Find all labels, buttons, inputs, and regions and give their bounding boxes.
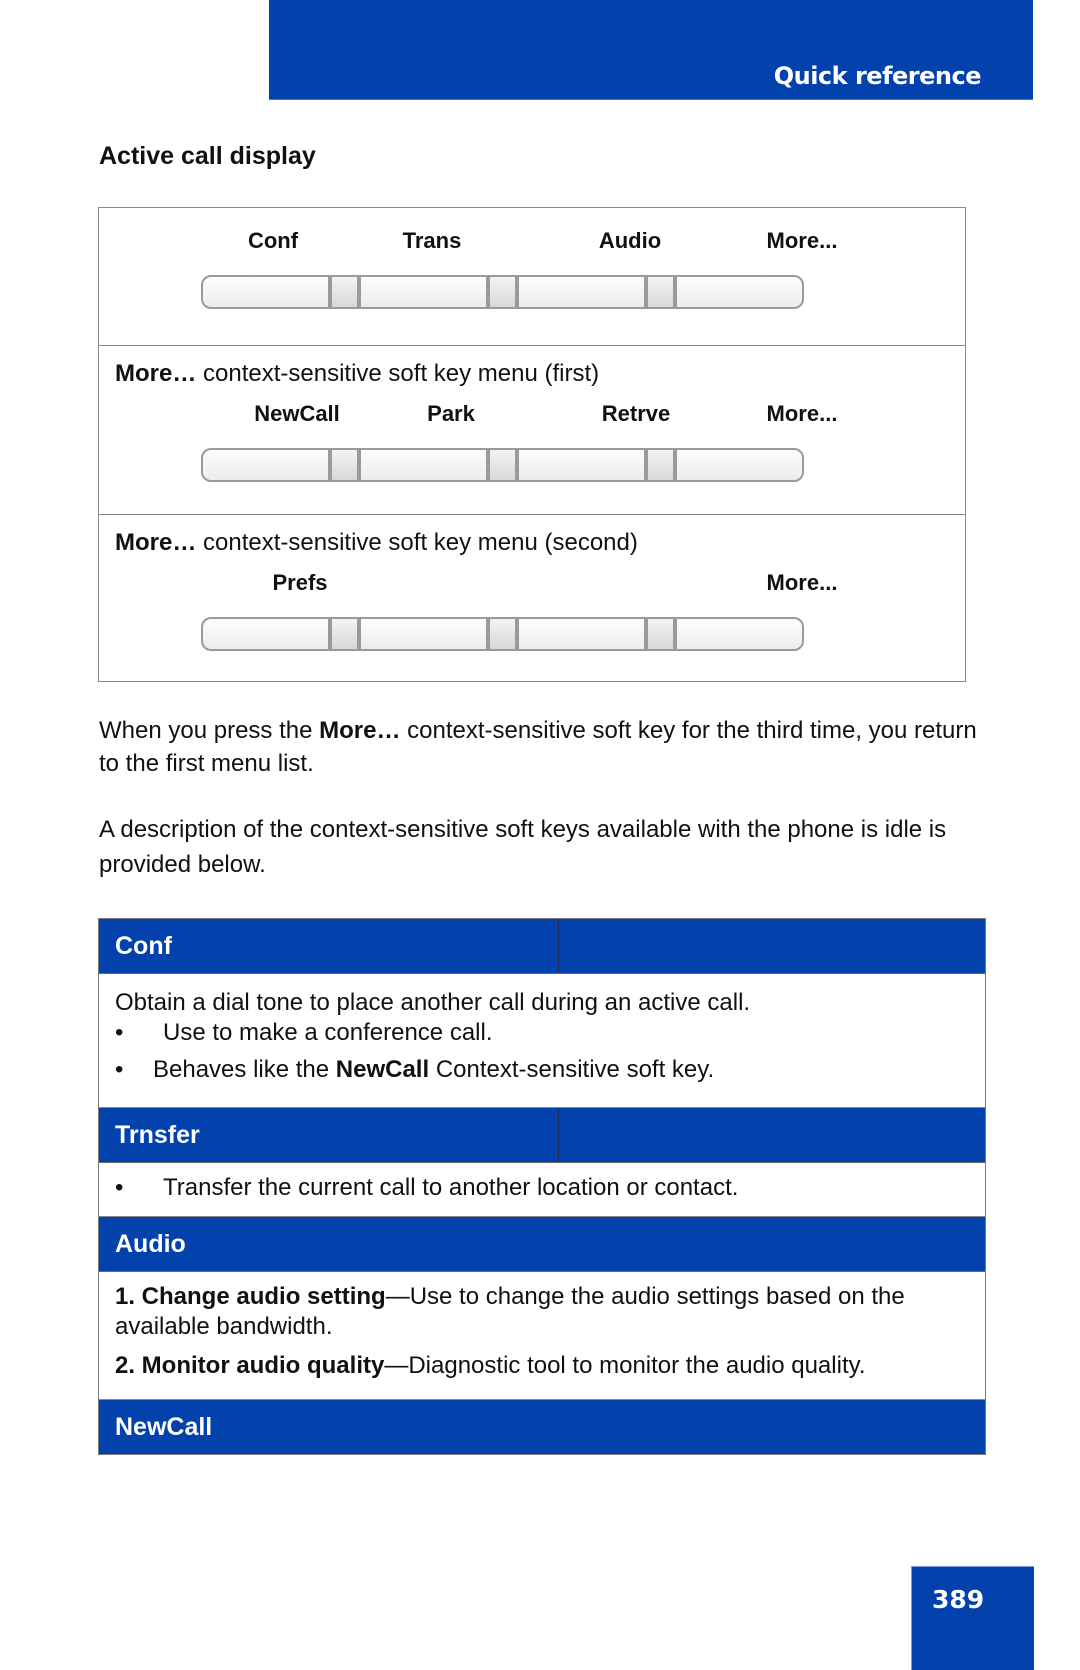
text: Behaves like the — [153, 1056, 336, 1083]
panel-caption: More… context-sensitive soft key menu (f… — [115, 360, 599, 388]
softkey-panel-main: Conf Trans Audio More... — [99, 208, 965, 345]
caption-text: context-sensitive soft key menu (first) — [196, 360, 600, 387]
active-call-display-figure: Conf Trans Audio More... More… context-s… — [98, 207, 966, 682]
softkey-divider — [646, 448, 675, 482]
softkey-1[interactable] — [201, 275, 330, 309]
softkey-label-retrve: Retrve — [601, 401, 671, 426]
column-divider — [558, 919, 559, 973]
list-item: • Behaves like the NewCall Context-sensit… — [115, 1055, 969, 1085]
list-item: • Transfer the current call to another lo… — [115, 1173, 969, 1203]
softkey-divider — [330, 448, 359, 482]
softkey-1[interactable] — [201, 617, 330, 651]
softkey-3[interactable] — [517, 275, 646, 309]
header-text: Trnsfer — [115, 1121, 200, 1149]
softkey-2[interactable] — [359, 275, 488, 309]
softkey-labels: Prefs More... — [99, 570, 965, 600]
header-text: Conf — [115, 932, 172, 960]
caption-bold: More… — [115, 360, 197, 387]
softkey-4[interactable] — [675, 617, 804, 651]
softkey-labels: Conf Trans Audio More... — [99, 228, 965, 258]
header-text: Audio — [115, 1230, 186, 1258]
softkey-2[interactable] — [359, 448, 488, 482]
list-item: 2. Monitor audio quality—Diagnostic tool… — [115, 1351, 969, 1381]
softkey-label-more: More... — [766, 570, 838, 595]
softkey-label-newcall: NewCall — [254, 401, 340, 426]
softkey-bar — [201, 617, 813, 653]
bold-text: More… — [319, 717, 401, 744]
softkey-label-audio: Audio — [598, 228, 662, 253]
bold-text: 2. Monitor audio quality — [115, 1352, 385, 1379]
conf-description: Obtain a dial tone to place another call… — [115, 989, 751, 1016]
softkey-1[interactable] — [201, 448, 330, 482]
panel-caption: More… context-sensitive soft key menu (s… — [115, 529, 638, 557]
table-row-conf: Obtain a dial tone to place another call… — [99, 974, 985, 1108]
page-number: 389 — [932, 1585, 985, 1614]
softkey-divider — [646, 617, 675, 651]
table-header-trnsfer: Trnsfer — [99, 1108, 985, 1163]
list-item: • Use to make a conference call. — [115, 1018, 969, 1048]
softkey-divider — [330, 275, 359, 309]
bold-text: 1. Change audio setting — [115, 1283, 386, 1310]
softkey-label-more: More... — [766, 401, 838, 426]
softkey-label-more: More... — [766, 228, 838, 253]
softkey-4[interactable] — [675, 275, 804, 309]
softkey-3[interactable] — [517, 448, 646, 482]
softkey-description-table: Conf Obtain a dial tone to place another… — [98, 918, 986, 1455]
page-number-badge: 389 — [911, 1566, 1034, 1670]
softkey-label-trans: Trans — [402, 228, 462, 253]
list-item: 1. Change audio setting—Use to change th… — [115, 1282, 969, 1342]
table-row-audio: 1. Change audio setting—Use to change th… — [99, 1272, 985, 1400]
softkey-divider — [330, 617, 359, 651]
text: Context-sensitive soft key. — [429, 1056, 715, 1083]
softkey-panel-second-more: More… context-sensitive soft key menu (s… — [99, 514, 965, 683]
bullet-icon: • — [115, 1019, 124, 1046]
table-header-conf: Conf — [99, 919, 985, 974]
softkey-label-park: Park — [427, 401, 475, 426]
caption-bold: More… — [115, 529, 197, 556]
page-title: Active call display — [99, 142, 316, 170]
softkey-divider — [646, 275, 675, 309]
softkey-divider — [488, 275, 517, 309]
softkey-divider — [488, 448, 517, 482]
bullet-icon: • — [115, 1174, 124, 1201]
softkey-bar — [201, 275, 813, 311]
column-divider — [558, 1108, 559, 1162]
softkey-divider — [488, 617, 517, 651]
softkey-panel-first-more: More… context-sensitive soft key menu (f… — [99, 345, 965, 514]
softkey-4[interactable] — [675, 448, 804, 482]
softkey-2[interactable] — [359, 617, 488, 651]
text: —Diagnostic tool to monitor the audio qu… — [384, 1352, 866, 1379]
header-band: Quick reference — [269, 0, 1033, 100]
header-text: NewCall — [115, 1413, 213, 1441]
bold-text: NewCall — [335, 1056, 430, 1083]
bullet-icon: • — [115, 1056, 124, 1083]
softkey-label-prefs: Prefs — [272, 570, 328, 595]
table-header-audio: Audio — [99, 1217, 985, 1272]
softkey-3[interactable] — [517, 617, 646, 651]
text: When you press the — [99, 717, 320, 744]
table-header-newcall: NewCall — [99, 1400, 985, 1454]
softkey-label-conf: Conf — [247, 228, 299, 253]
text: Use to make a conference call. — [163, 1019, 493, 1046]
section-label: Quick reference — [773, 62, 982, 90]
text: Transfer the current call to another loc… — [163, 1174, 739, 1201]
paragraph-more-cycle: When you press the More… context-sensiti… — [99, 714, 979, 780]
softkey-bar — [201, 448, 813, 484]
paragraph-description-intro: A description of the context-sensitive s… — [99, 816, 947, 878]
softkey-labels: NewCall Park Retrve More... — [99, 401, 965, 431]
table-row-trnsfer: • Transfer the current call to another lo… — [99, 1163, 985, 1217]
caption-text: context-sensitive soft key menu (second) — [196, 529, 638, 556]
